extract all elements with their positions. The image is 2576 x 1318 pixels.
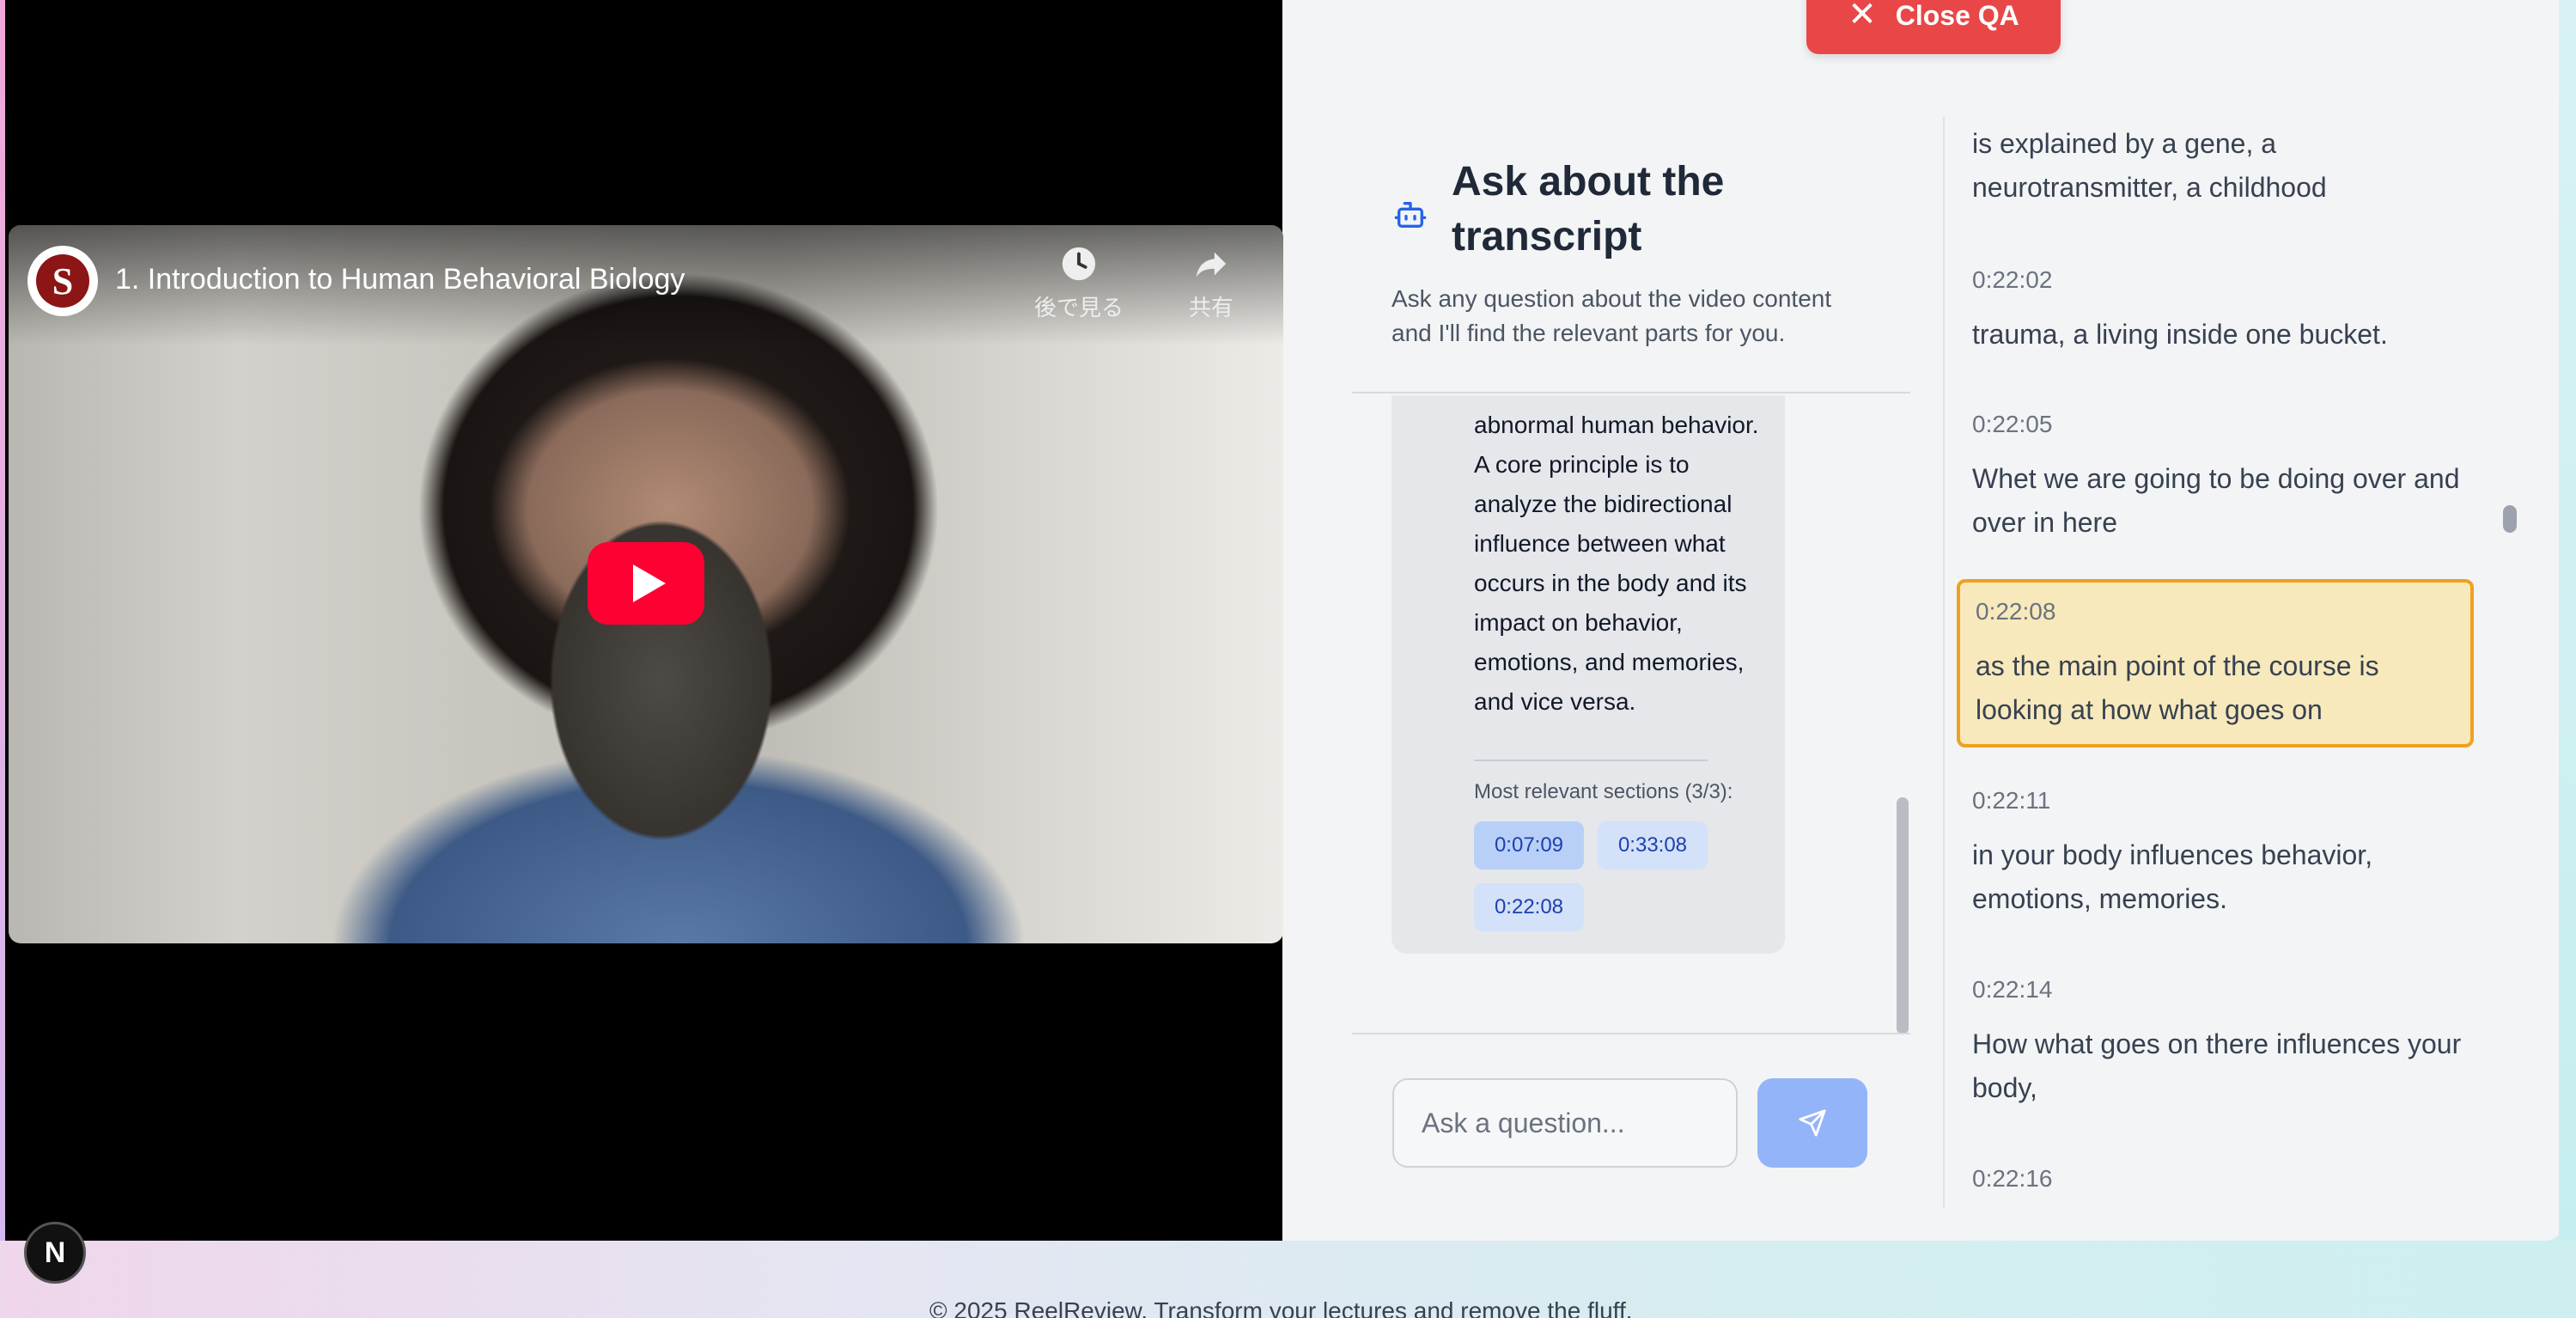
share-icon: [1196, 252, 1227, 278]
qa-header: Ask about the transcript Ask any questio…: [1352, 137, 1910, 394]
watch-later-button[interactable]: 後で見る: [1027, 244, 1130, 322]
video-pane: S 1. Introduction to Human Behavioral Bi…: [5, 0, 1283, 1241]
transcript-time: 0:22:16: [1972, 1165, 2053, 1192]
clock-icon: [1062, 247, 1096, 281]
dev-badge[interactable]: N: [24, 1222, 86, 1284]
watch-later-label: 後で見る: [1033, 295, 1124, 320]
youtube-player[interactable]: S 1. Introduction to Human Behavioral Bi…: [9, 225, 1283, 943]
transcript-text: is explained by a gene, a neurotransmitt…: [1972, 128, 2327, 203]
transcript-text: trauma, a living inside one bucket.: [1972, 319, 2388, 350]
transcript-time: 0:22:11: [1972, 787, 2051, 814]
transcript-text: as the main point of the course is looki…: [1976, 650, 2379, 725]
transcript-text: Whet we are going to be doing over and o…: [1972, 463, 2460, 538]
transcript-time: 0:22:08: [1976, 598, 2056, 625]
transcript-entry[interactable]: 0:22:02 trauma, a living inside one buck…: [1972, 266, 2488, 357]
close-qa-button[interactable]: ✕ Close QA: [1806, 0, 2061, 54]
close-icon: ✕: [1848, 0, 1877, 34]
app-window: S 1. Introduction to Human Behavioral Bi…: [0, 0, 2564, 1241]
transcript-entry[interactable]: is explained by a gene, a neurotransmitt…: [1972, 122, 2488, 210]
window-edge-right: [2559, 0, 2576, 1241]
qa-title: Ask about the transcript: [1452, 159, 1725, 259]
footer-text: © 2025 ReelReview. Transform your lectur…: [929, 1297, 1633, 1318]
transcript-time: 0:22:14: [1972, 976, 2053, 1003]
answer-divider: [1474, 760, 1708, 761]
transcript-list[interactable]: is explained by a gene, a neurotransmitt…: [1945, 117, 2546, 1208]
sections-label: Most relevant sections (3/3):: [1474, 780, 1733, 803]
send-icon: [1799, 1109, 1826, 1137]
transcript-entry[interactable]: 0:22:11 in your body influences behavior…: [1972, 787, 2488, 921]
close-qa-label: Close QA: [1895, 0, 2019, 31]
video-title[interactable]: 1. Introduction to Human Behavioral Biol…: [115, 263, 685, 296]
transcript-entry[interactable]: 0:22:14 How what goes on there influence…: [1972, 976, 2488, 1110]
chat-scrollbar[interactable]: [1897, 797, 1909, 1033]
answer-text: abnormal human behavior. A core principl…: [1474, 412, 1759, 715]
transcript-text: How what goes on there influences your b…: [1972, 1028, 2462, 1103]
send-button[interactable]: [1757, 1078, 1867, 1168]
transcript-time: 0:22:05: [1972, 411, 2053, 437]
window-edge: [0, 0, 5, 1241]
section-chip[interactable]: 0:33:08: [1598, 821, 1708, 870]
share-label: 共有: [1188, 295, 1233, 320]
transcript-text: in your body influences behavior, emotio…: [1972, 839, 2373, 914]
play-button[interactable]: [588, 542, 704, 625]
transcript-entry-active[interactable]: 0:22:08 as the main point of the course …: [1957, 579, 2474, 747]
transcript-scrollbar[interactable]: [2503, 505, 2517, 533]
chat-messages[interactable]: abnormal human behavior. A core principl…: [1352, 395, 1910, 1034]
section-chip[interactable]: 0:07:09: [1474, 821, 1584, 870]
bot-icon: [1394, 202, 1427, 228]
channel-logo-letter: S: [36, 254, 89, 308]
play-icon: [633, 564, 666, 602]
assistant-answer-card: abnormal human behavior. A core principl…: [1392, 395, 1785, 954]
question-input[interactable]: Ask a question...: [1392, 1078, 1738, 1168]
qa-subtitle: Ask any question about the video content…: [1392, 285, 1832, 346]
section-chip[interactable]: 0:22:08: [1474, 883, 1584, 931]
share-button[interactable]: 共有: [1160, 244, 1263, 322]
channel-logo[interactable]: S: [27, 246, 98, 316]
transcript-time: 0:22:02: [1972, 266, 2053, 293]
transcript-entry[interactable]: 0:22:16: [1972, 1165, 2488, 1208]
transcript-entry[interactable]: 0:22:05 Whet we are going to be doing ov…: [1972, 411, 2488, 545]
